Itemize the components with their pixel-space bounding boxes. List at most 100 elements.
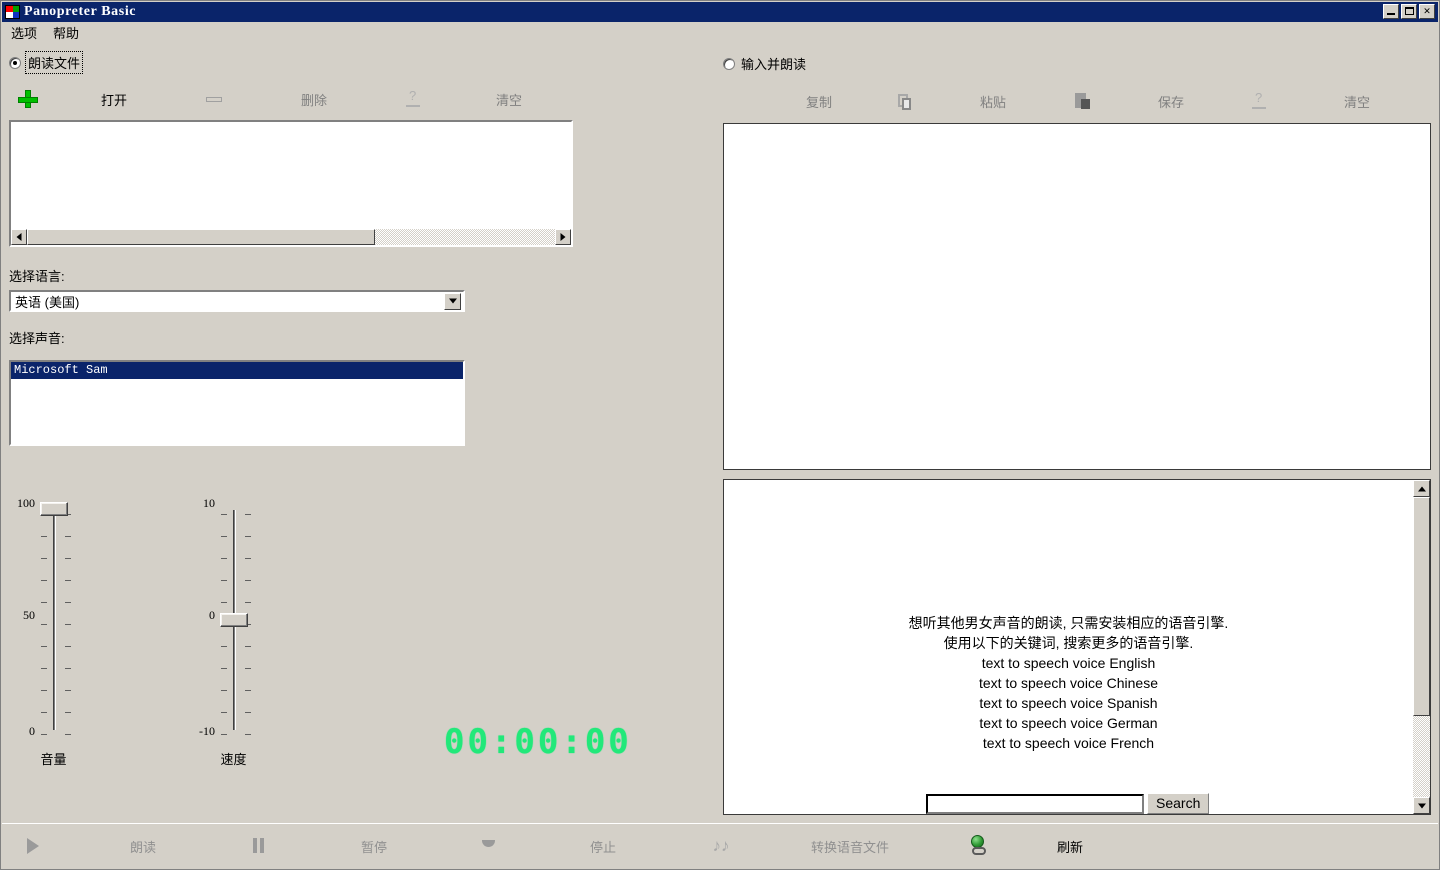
open-label: 打开 <box>100 92 127 108</box>
radio-type-and-read-label: 输入并朗读 <box>741 57 807 72</box>
toolbar-clear-label[interactable]: 清空 <box>449 85 569 113</box>
paste-icon <box>1069 89 1095 113</box>
speed-tick-minus10: -10 <box>199 724 215 738</box>
stop-label-area[interactable]: 停止 <box>516 832 690 860</box>
left-toolbar: 打开 删除 清空 <box>7 85 569 113</box>
help-panel: 想听其他男女声音的朗读, 只需安装相应的语音引擎. 使用以下的关键词, 搜索更多… <box>723 479 1431 815</box>
voice-list-box[interactable]: Microsoft Sam <box>9 360 465 446</box>
scroll-right-button[interactable] <box>555 229 571 245</box>
copy-icon <box>891 89 917 113</box>
radio-type-and-read-dot <box>723 57 735 70</box>
help-line: text to speech voice French <box>982 735 1155 751</box>
toolbar-clear-text-label[interactable]: 清空 <box>1307 87 1407 115</box>
pause-label: 暂停 <box>360 839 387 855</box>
scroll-down-button[interactable] <box>1413 797 1430 814</box>
save-icon <box>1247 89 1273 113</box>
elapsed-time-display: 00:00:00 <box>444 722 632 762</box>
minimize-button[interactable] <box>1383 4 1399 19</box>
menu-bar: 选项 帮助 <box>3 24 87 41</box>
refresh-label-area[interactable]: 刷新 <box>1010 832 1130 860</box>
globe-link-icon <box>964 833 994 859</box>
toolbar-paste-button[interactable] <box>1035 87 1129 115</box>
toolbar-remove-file-button[interactable] <box>179 85 249 113</box>
window-title: Panopreter Basic <box>24 4 137 19</box>
plus-icon <box>15 87 41 111</box>
window-controls: ✕ <box>1383 4 1435 19</box>
speed-caption: 速度 <box>220 752 247 767</box>
radio-read-file[interactable]: 朗读文件 <box>9 51 84 74</box>
help-panel-body: 想听其他男女声音的朗读, 只需安装相应的语音引擎. 使用以下的关键词, 搜索更多… <box>724 480 1413 814</box>
convert-button[interactable]: ♪♪ <box>690 832 752 860</box>
toolbar-save-button[interactable] <box>1213 87 1307 115</box>
music-notes-icon: ♪♪ <box>712 836 730 855</box>
title-bar: Panopreter Basic ✕ <box>2 2 1438 22</box>
pause-button[interactable] <box>228 832 288 860</box>
speed-tick-10: 10 <box>203 496 215 510</box>
eraser-icon <box>401 87 427 111</box>
maximize-button[interactable] <box>1401 4 1417 19</box>
toolbar-copy-label[interactable]: 复制 <box>781 87 857 115</box>
file-list-box[interactable] <box>9 120 573 247</box>
right-toolbar: 复制 粘贴 保存 清空 <box>781 87 1407 115</box>
volume-tick-0: 0 <box>29 724 35 738</box>
vscroll-thumb[interactable] <box>1413 497 1430 716</box>
hscroll-track[interactable] <box>27 229 555 245</box>
hscroll-thumb[interactable] <box>27 229 376 245</box>
scroll-left-button[interactable] <box>11 229 27 245</box>
paste-label: 粘贴 <box>979 94 1006 110</box>
help-line: text to speech voice Chinese <box>979 675 1158 691</box>
file-list-hscrollbar[interactable] <box>11 229 571 245</box>
list-item[interactable]: Microsoft Sam <box>11 362 463 379</box>
language-selected-value: 英语 (美国) <box>15 294 80 310</box>
language-combobox[interactable]: 英语 (美国) <box>9 290 465 312</box>
toolbar-save-label[interactable]: 保存 <box>1129 87 1213 115</box>
search-row: Search <box>926 793 1210 814</box>
radio-type-and-read[interactable]: 输入并朗读 <box>723 54 806 73</box>
text-editor-area[interactable] <box>723 123 1431 470</box>
speak-label: 朗读 <box>129 839 156 855</box>
toolbar-open-label[interactable]: 打开 <box>49 85 179 113</box>
toolbar-add-file-button[interactable] <box>7 85 49 113</box>
speak-button[interactable] <box>8 832 58 860</box>
speed-tick-0: 0 <box>209 608 215 622</box>
toolbar-clear-list-button[interactable] <box>379 85 449 113</box>
volume-tick-100: 100 <box>17 496 35 510</box>
refresh-button[interactable] <box>948 832 1010 860</box>
search-input[interactable] <box>926 793 1144 814</box>
speed-slider[interactable]: 10 0 -10 速度 <box>181 496 291 776</box>
help-line: 想听其他男女声音的朗读, 只需安装相应的语音引擎. <box>908 615 1229 631</box>
volume-slider-track[interactable] <box>53 510 56 730</box>
search-button[interactable]: Search <box>1147 793 1210 814</box>
text-editor-content <box>724 124 1430 132</box>
pause-icon <box>243 833 273 859</box>
scroll-up-button[interactable] <box>1413 480 1430 497</box>
radio-read-file-label: 朗读文件 <box>24 51 84 74</box>
volume-slider-thumb[interactable] <box>40 502 68 516</box>
help-panel-vscrollbar[interactable] <box>1413 480 1430 814</box>
volume-slider[interactable]: 100 50 0 音量 <box>1 496 111 776</box>
voice-label: 选择声音: <box>9 331 65 346</box>
vscroll-track[interactable] <box>1413 497 1430 797</box>
toolbar-delete-label[interactable]: 删除 <box>249 85 379 113</box>
help-line: 使用以下的关键词, 搜索更多的语音引擎. <box>943 635 1194 651</box>
language-label: 选择语言: <box>9 269 65 284</box>
chevron-down-icon[interactable] <box>444 292 461 310</box>
minus-icon <box>201 87 227 111</box>
app-logo-icon <box>5 5 20 19</box>
play-icon <box>18 833 48 859</box>
toolbar-paste-label[interactable]: 粘贴 <box>951 87 1035 115</box>
menu-item-options[interactable]: 选项 <box>3 23 45 42</box>
stop-button[interactable] <box>460 832 516 860</box>
convert-label-area[interactable]: 转换语音文件 <box>752 832 948 860</box>
menu-item-help[interactable]: 帮助 <box>45 23 87 42</box>
clear-text-label: 清空 <box>1343 94 1370 110</box>
save-label: 保存 <box>1157 94 1184 110</box>
toolbar-copy-button[interactable] <box>857 87 951 115</box>
speak-label-area[interactable]: 朗读 <box>58 832 228 860</box>
pause-label-area[interactable]: 暂停 <box>288 832 460 860</box>
application-window: Panopreter Basic ✕ 选项 帮助 朗读文件 打开 删除 ? 清空… <box>0 0 1440 870</box>
close-button[interactable]: ✕ <box>1419 4 1435 19</box>
delete-label: 删除 <box>300 92 327 108</box>
speed-slider-thumb[interactable] <box>220 613 248 627</box>
help-line: text to speech voice German <box>979 715 1158 731</box>
